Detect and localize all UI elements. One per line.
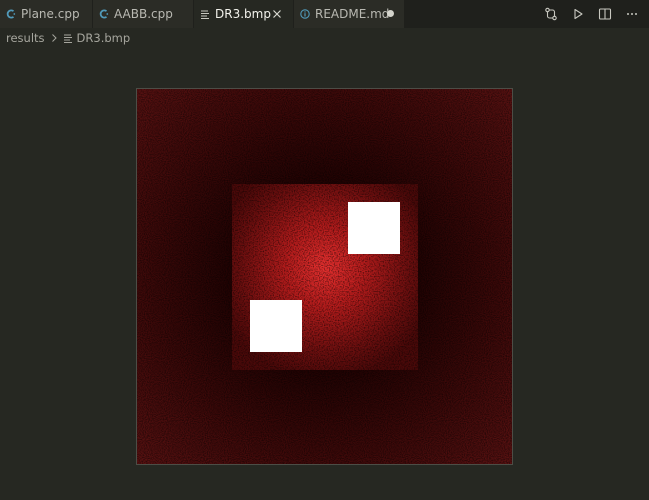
tab-label: DR3.bmp bbox=[215, 7, 271, 21]
image-preview bbox=[136, 88, 513, 465]
run-icon[interactable] bbox=[564, 0, 591, 28]
breadcrumb: results DR3.bmp bbox=[6, 29, 130, 46]
cpp-file-icon bbox=[99, 9, 109, 19]
image-file-icon bbox=[200, 9, 210, 19]
info-icon bbox=[300, 9, 310, 19]
editor-window: Plane.cpp AABB.cpp DR3.bmp README.md res… bbox=[0, 0, 649, 500]
editor-actions bbox=[537, 0, 649, 28]
area-light-bottom-left bbox=[250, 300, 302, 352]
cpp-file-icon bbox=[6, 9, 16, 19]
breadcrumb-file[interactable]: DR3.bmp bbox=[63, 30, 131, 45]
tab-bar: Plane.cpp AABB.cpp DR3.bmp README.md bbox=[0, 0, 649, 28]
rendered-image bbox=[137, 89, 512, 464]
close-icon[interactable] bbox=[271, 8, 283, 20]
tab-readme-md[interactable]: README.md bbox=[294, 0, 405, 28]
tab-label: README.md bbox=[315, 7, 390, 21]
tab-label: AABB.cpp bbox=[114, 7, 173, 21]
image-file-icon bbox=[63, 34, 72, 43]
tab-plane-cpp[interactable]: Plane.cpp bbox=[0, 0, 93, 28]
breadcrumb-file-label: DR3.bmp bbox=[76, 30, 131, 45]
tab-dr3-bmp[interactable]: DR3.bmp bbox=[194, 0, 294, 28]
more-actions-icon[interactable] bbox=[618, 0, 645, 28]
split-editor-icon[interactable] bbox=[591, 0, 618, 28]
source-control-compare-icon[interactable] bbox=[537, 0, 564, 28]
tab-aabb-cpp[interactable]: AABB.cpp bbox=[93, 0, 194, 28]
chevron-right-icon bbox=[50, 33, 58, 43]
area-light-top-right bbox=[348, 202, 400, 254]
unsaved-changes-dot-icon bbox=[387, 10, 394, 17]
breadcrumb-folder[interactable]: results bbox=[6, 31, 45, 45]
tab-label: Plane.cpp bbox=[21, 7, 80, 21]
